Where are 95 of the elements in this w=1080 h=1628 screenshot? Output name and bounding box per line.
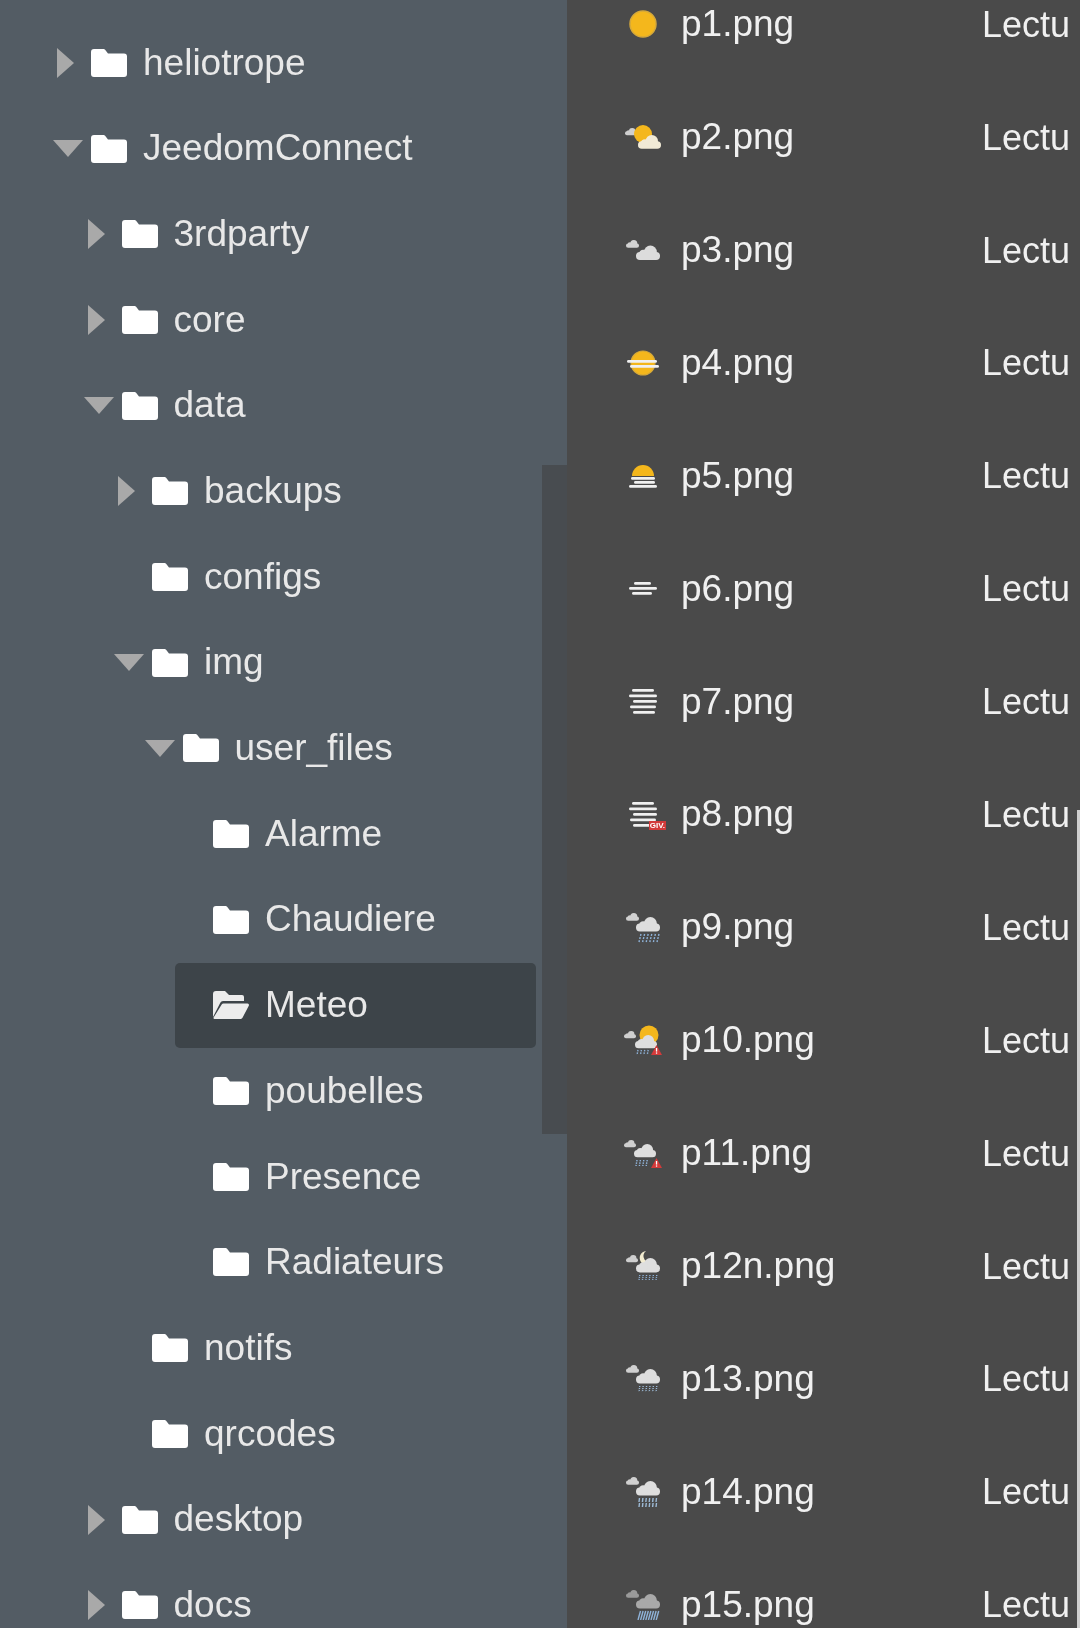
file-name[interactable]: p13.png <box>681 1357 982 1401</box>
folder-icon <box>213 905 249 934</box>
tree-item[interactable]: data <box>83 362 536 449</box>
folder-icon <box>91 48 127 77</box>
folder-icon <box>121 305 158 334</box>
tree-item[interactable]: 3rdparty <box>83 191 536 278</box>
rain-cloud-icon <box>626 1589 660 1620</box>
folder-icon <box>121 1505 158 1534</box>
alert-tag: GIV. <box>648 821 666 831</box>
tree-item[interactable]: backups <box>114 448 536 535</box>
file-name[interactable]: p2.png <box>681 116 982 159</box>
caret-down-icon[interactable] <box>53 140 83 158</box>
file-detail-text: Lectu <box>982 1019 1071 1062</box>
file-detail-text: Lectu <box>982 794 1071 836</box>
file-name[interactable]: p11.png <box>681 1132 982 1175</box>
rain-cloud-icon <box>626 912 660 943</box>
tree-item[interactable]: JeedomConnect <box>53 105 536 192</box>
tree-item[interactable]: core <box>83 277 536 363</box>
rain-warning-icon <box>624 1025 662 1056</box>
folder-icon <box>213 1162 249 1191</box>
file-detail-text: Lectu <box>982 455 1071 497</box>
file-name[interactable]: p8.png <box>681 793 982 836</box>
tree-item[interactable]: notifs <box>114 1305 536 1391</box>
moon-rain-icon <box>626 1251 660 1282</box>
folder-icon <box>152 1419 188 1448</box>
caret-down-icon[interactable] <box>144 739 175 757</box>
scrollbar-thumb[interactable] <box>1077 810 1080 1628</box>
cloud-icon <box>626 240 660 261</box>
tree-item[interactable]: poubelles <box>175 1048 536 1134</box>
file-name[interactable]: p1.png <box>681 3 982 46</box>
file-name[interactable]: p3.png <box>681 228 982 272</box>
file-name[interactable]: p9.png <box>681 906 982 949</box>
file-detail-text: Lectu <box>982 1132 1071 1175</box>
caret-down-icon[interactable] <box>114 654 144 672</box>
file-detail-text: Lectu <box>982 3 1071 46</box>
tree-item[interactable]: docs <box>83 1562 536 1628</box>
file-detail-text: Lectu <box>982 229 1071 271</box>
folder-icon <box>91 134 127 163</box>
tree-item[interactable]: Radiateurs <box>175 1219 536 1306</box>
file-detail-text: Lectu <box>982 681 1071 723</box>
file-name[interactable]: p10.png <box>681 1019 982 1062</box>
folder-icon <box>152 648 188 677</box>
folder-icon <box>182 734 219 763</box>
sun-cloud-icon <box>625 125 661 150</box>
file-detail-text: Lectu <box>982 116 1071 159</box>
file-name[interactable]: p15.png <box>681 1583 982 1627</box>
caret-right-icon[interactable] <box>118 476 135 507</box>
caret-down-icon[interactable] <box>83 397 114 415</box>
file-detail-text: Lectu <box>982 1584 1071 1626</box>
file-name[interactable]: p4.png <box>681 341 982 385</box>
tree-item[interactable]: Meteo <box>175 962 536 1049</box>
rain-warning-icon <box>624 1138 662 1169</box>
file-detail-text: Lectu <box>982 568 1071 610</box>
file-detail-text: Lectu <box>982 1245 1071 1287</box>
caret-right-icon[interactable] <box>87 304 105 335</box>
tree-item[interactable]: desktop <box>83 1476 536 1563</box>
tree-item[interactable]: configs <box>114 534 536 620</box>
file-name[interactable]: p7.png <box>681 680 982 724</box>
folder-open-icon <box>213 991 249 1020</box>
caret-right-icon[interactable] <box>57 47 74 78</box>
tree-item[interactable]: qrcodes <box>114 1391 536 1477</box>
file-detail-text: Lectu <box>982 906 1071 949</box>
tree-item[interactable]: img <box>114 619 536 706</box>
file-name[interactable]: p5.png <box>681 454 982 498</box>
caret-right-icon[interactable] <box>87 1590 105 1621</box>
tree-item[interactable]: Presence <box>175 1133 536 1220</box>
tree-item[interactable]: user_files <box>144 705 536 792</box>
fog-icon <box>629 582 657 596</box>
sun-fog-icon <box>629 464 657 488</box>
tree-item[interactable]: Alarme <box>175 791 536 877</box>
folder-icon <box>121 220 158 249</box>
tree-item[interactable]: heliotrope <box>53 20 536 106</box>
file-name[interactable]: p14.png <box>681 1470 982 1514</box>
rain-cloud-icon <box>626 1477 660 1507</box>
sun-fog-icon <box>627 350 659 377</box>
folder-icon <box>213 1248 249 1277</box>
folder-icon <box>213 1077 249 1106</box>
folder-icon <box>152 477 188 506</box>
rain-cloud-icon <box>626 1365 660 1394</box>
file-name[interactable]: p12n.png <box>681 1244 982 1288</box>
file-detail-text: Lectu <box>982 342 1071 384</box>
sun-icon <box>629 10 657 39</box>
tree-item[interactable]: Chaudiere <box>175 876 536 963</box>
file-detail-text: Lectu <box>982 1358 1071 1400</box>
folder-icon <box>152 562 188 591</box>
scrollbar-thumb[interactable] <box>542 465 567 1134</box>
caret-right-icon[interactable] <box>87 219 105 250</box>
fog-icon <box>629 689 657 715</box>
file-name[interactable]: p6.png <box>681 567 982 611</box>
folder-icon <box>152 1334 188 1363</box>
folder-icon <box>213 820 249 849</box>
file-detail-text: Lectu <box>982 1471 1071 1513</box>
folder-icon <box>121 1591 158 1620</box>
folder-icon <box>121 391 158 420</box>
caret-right-icon[interactable] <box>87 1504 105 1535</box>
